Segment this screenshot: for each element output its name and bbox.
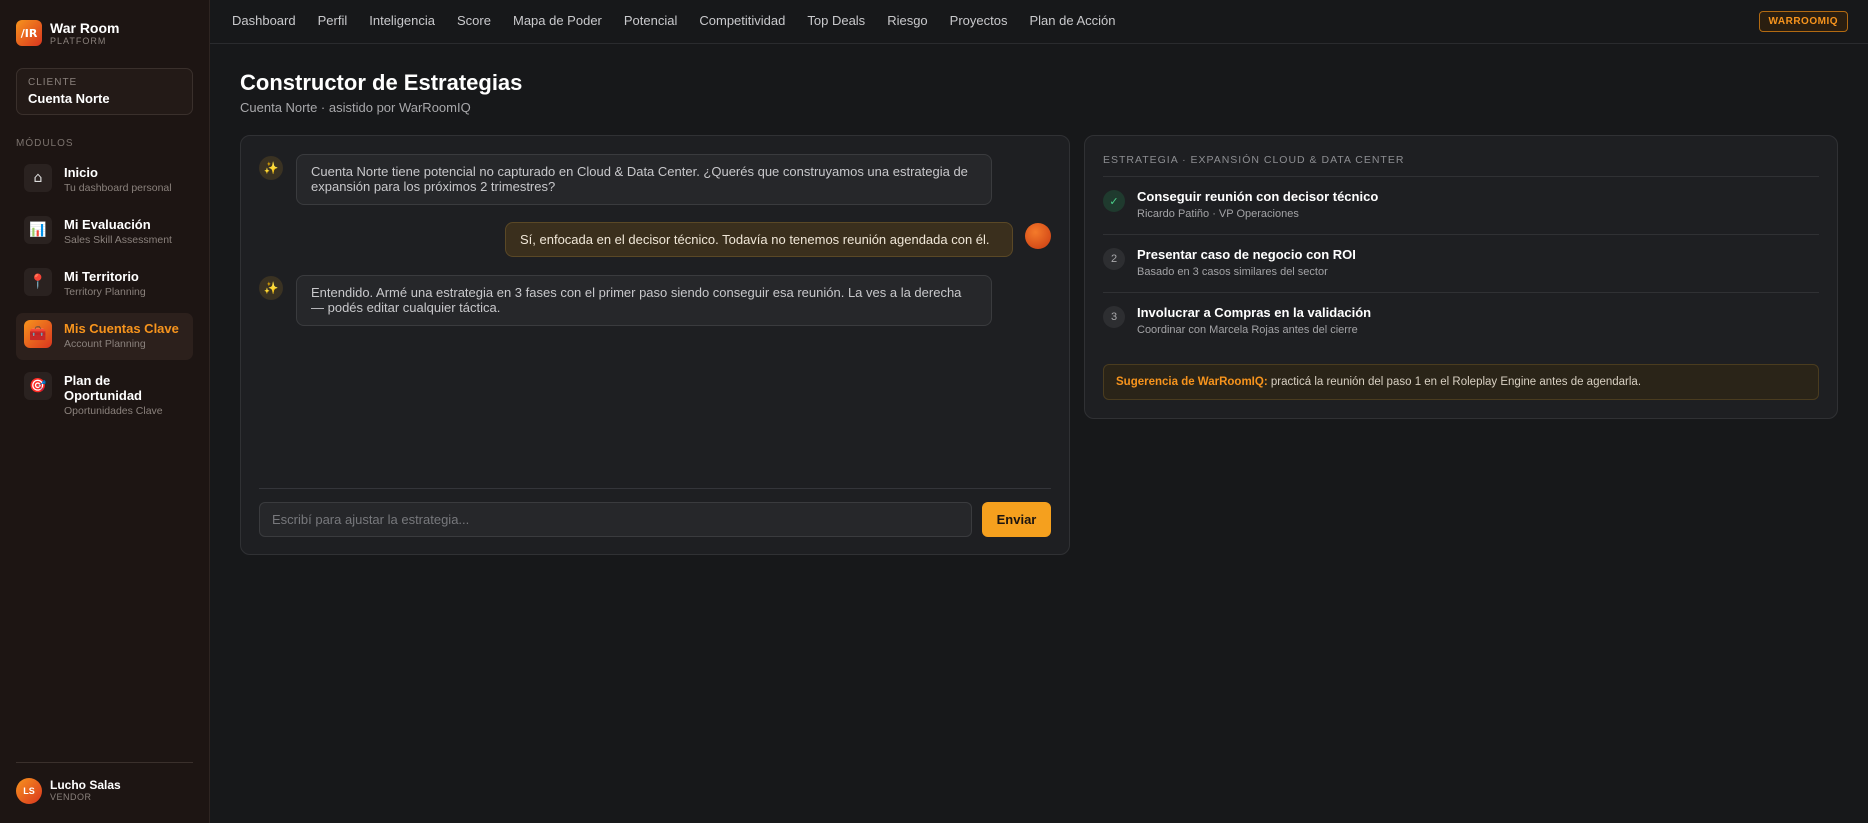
sidebar-item-sub: Tu dashboard personal: [64, 181, 172, 194]
sidebar-item-mi-evaluacion[interactable]: 📊 Mi Evaluación Sales Skill Assessment: [16, 209, 193, 256]
avatar: LS: [16, 778, 42, 804]
send-button[interactable]: Enviar: [982, 502, 1051, 537]
sidebar-item-label: Mi Evaluación: [64, 217, 151, 232]
sidebar-item-sub: Oportunidades Clave: [64, 404, 163, 417]
strategy-heading: ESTRATEGIA · EXPANSIÓN CLOUD & DATA CENT…: [1103, 154, 1405, 166]
chat-divider: [259, 488, 1051, 489]
sparkle-icon: ✨: [259, 276, 283, 300]
home-icon: ⌂: [24, 164, 52, 192]
step-sub: Basado en 3 casos similares del sector: [1137, 265, 1328, 278]
client-name: Cuenta Norte: [28, 91, 110, 106]
chat-panel: ✨ Cuenta Norte tiene potencial no captur…: [240, 135, 1070, 555]
top-nav: Dashboard Perfil Inteligencia Score Mapa…: [232, 13, 1137, 28]
step-sub: Coordinar con Marcela Rojas antes del ci…: [1137, 323, 1358, 336]
pin-icon: 📍: [24, 268, 52, 296]
strategy-panel: ESTRATEGIA · EXPANSIÓN CLOUD & DATA CENT…: [1084, 135, 1838, 419]
briefcase-icon: 🧰: [24, 320, 52, 348]
sidebar-item-inicio[interactable]: ⌂ Inicio Tu dashboard personal: [16, 157, 193, 204]
strategy-step[interactable]: 3 Involucrar a Compras en la validación …: [1103, 305, 1819, 337]
user-role: VENDOR: [50, 791, 92, 802]
sidebar-item-sub: Sales Skill Assessment: [64, 233, 172, 246]
client-selector[interactable]: CLIENTE Cuenta Norte: [16, 68, 193, 115]
target-icon: 🎯: [24, 372, 52, 400]
step-title: Presentar caso de negocio con ROI: [1137, 247, 1356, 262]
tab-riesgo[interactable]: Riesgo: [887, 13, 927, 28]
client-label: CLIENTE: [28, 77, 78, 88]
sidebar-item-label: Plan de Oportunidad: [64, 373, 142, 403]
tab-top-deals[interactable]: Top Deals: [807, 13, 865, 28]
brand-name: War Room: [50, 19, 120, 36]
tab-perfil[interactable]: Perfil: [318, 13, 348, 28]
tab-mapa-de-poder[interactable]: Mapa de Poder: [513, 13, 602, 28]
check-icon: ✓: [1103, 190, 1125, 212]
tab-inteligencia[interactable]: Inteligencia: [369, 13, 435, 28]
warroomiq-badge[interactable]: WARROOMIQ: [1758, 11, 1848, 32]
sidebar-nav: ⌂ Inicio Tu dashboard personal 📊 Mi Eval…: [16, 157, 193, 428]
step-divider: [1103, 176, 1819, 177]
strategy-step[interactable]: ✓ Conseguir reunión con decisor técnico …: [1103, 189, 1819, 221]
brand-sub: PLATFORM: [50, 35, 107, 46]
chat-message-ai: Cuenta Norte tiene potencial no capturad…: [296, 154, 992, 205]
page-title: Constructor de Estrategias: [240, 70, 523, 95]
step-sub: Ricardo Patiño · VP Operaciones: [1137, 207, 1299, 220]
tab-score[interactable]: Score: [457, 13, 491, 28]
strategy-step[interactable]: 2 Presentar caso de negocio con ROI Basa…: [1103, 247, 1819, 279]
sidebar: /IR War Room PLATFORM CLIENTE Cuenta Nor…: [0, 0, 210, 823]
user-name: Lucho Salas: [50, 778, 121, 793]
sidebar-item-mis-cuentas-clave[interactable]: 🧰 Mis Cuentas Clave Account Planning: [16, 313, 193, 360]
chat-input[interactable]: [259, 502, 972, 537]
sidebar-item-plan-de-oportunidad[interactable]: 🎯 Plan de Oportunidad Oportunidades Clav…: [16, 365, 193, 423]
tab-competitividad[interactable]: Competitividad: [699, 13, 785, 28]
modules-label: MÓDULOS: [16, 138, 74, 149]
sidebar-item-sub: Account Planning: [64, 337, 146, 350]
user-profile[interactable]: LS Lucho Salas VENDOR: [16, 778, 121, 804]
suggestion-label: Sugerencia de WarRoomIQ:: [1116, 376, 1268, 388]
top-bar: Dashboard Perfil Inteligencia Score Mapa…: [210, 0, 1868, 44]
step-divider: [1103, 292, 1819, 293]
chart-icon: 📊: [24, 216, 52, 244]
tab-dashboard[interactable]: Dashboard: [232, 13, 296, 28]
sidebar-item-sub: Territory Planning: [64, 285, 146, 298]
chat-message-user: Sí, enfocada en el decisor técnico. Toda…: [505, 222, 1013, 258]
suggestion-box: Sugerencia de WarRoomIQ: practicá la reu…: [1103, 364, 1819, 400]
step-number: 3: [1103, 306, 1125, 328]
user-avatar-icon: [1025, 223, 1051, 249]
brand-logo-icon: /IR: [16, 20, 42, 46]
suggestion-text: practicá la reunión del paso 1 en el Rol…: [1267, 376, 1642, 388]
sidebar-item-label: Mi Territorio: [64, 269, 139, 284]
tab-potencial[interactable]: Potencial: [624, 13, 677, 28]
sidebar-item-label: Mis Cuentas Clave: [64, 321, 179, 336]
chat-message-ai: Entendido. Armé una estrategia en 3 fase…: [296, 275, 992, 326]
step-title: Conseguir reunión con decisor técnico: [1137, 189, 1379, 204]
step-title: Involucrar a Compras en la validación: [1137, 305, 1372, 320]
tab-proyectos[interactable]: Proyectos: [950, 13, 1008, 28]
step-divider: [1103, 234, 1819, 235]
sidebar-item-label: Inicio: [64, 165, 98, 180]
tab-plan-de-accion[interactable]: Plan de Acción: [1029, 13, 1115, 28]
step-number: 2: [1103, 248, 1125, 270]
sparkle-icon: ✨: [259, 156, 283, 180]
page-subtitle: Cuenta Norte · asistido por WarRoomIQ: [240, 100, 471, 115]
sidebar-item-mi-territorio[interactable]: 📍 Mi Territorio Territory Planning: [16, 261, 193, 308]
user-divider: [16, 762, 193, 763]
brand[interactable]: /IR War Room PLATFORM: [16, 20, 119, 46]
